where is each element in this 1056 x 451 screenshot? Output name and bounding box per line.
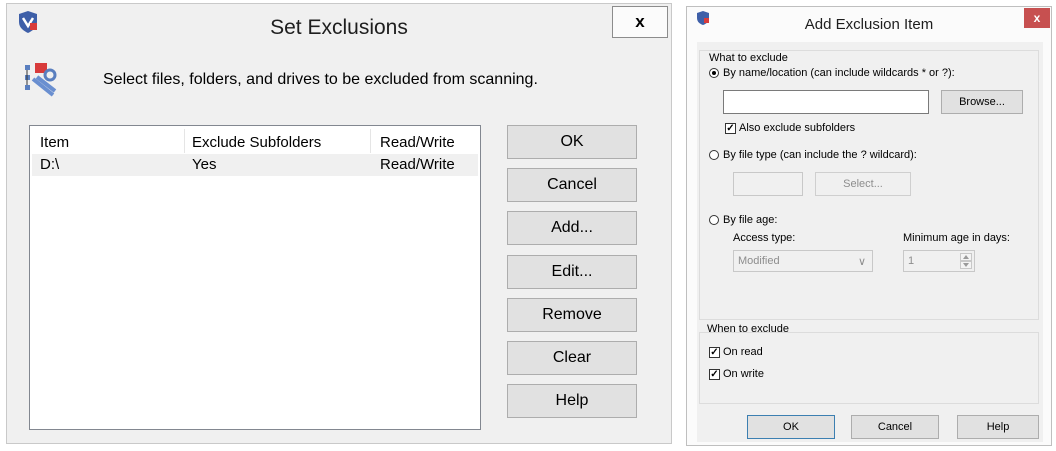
chevron-down-icon: ∨ (858, 256, 867, 268)
access-type-select[interactable]: Modified ∨ (733, 250, 873, 272)
access-type-label: Access type: (733, 232, 796, 244)
by-name-label: By name/location (can include wildcards … (723, 67, 955, 79)
exclusion-tool-icon (25, 63, 57, 97)
exclusions-list[interactable]: Item Exclude Subfolders Read/Write D:\ Y… (29, 125, 481, 430)
by-file-age-label: By file age: (723, 214, 778, 226)
row-read-write-cell: Read/Write (380, 156, 455, 173)
dialog-title: Set Exclusions (270, 16, 408, 39)
on-read-label: On read (723, 346, 763, 358)
column-header-exclude-subfolders[interactable]: Exclude Subfolders (192, 134, 321, 151)
name-location-input[interactable] (723, 90, 929, 114)
select-button[interactable]: Select... (815, 172, 911, 196)
cancel-button[interactable]: Cancel (851, 415, 939, 439)
by-name-radio[interactable] (709, 68, 719, 78)
remove-button[interactable]: Remove (507, 298, 637, 332)
when-to-exclude-label: When to exclude (707, 323, 789, 335)
help-button[interactable]: Help (957, 415, 1039, 439)
file-type-input[interactable] (733, 172, 803, 196)
by-file-type-label: By file type (can include the ? wildcard… (723, 149, 917, 161)
column-header-read-write[interactable]: Read/Write (380, 134, 455, 151)
dialog-body: What to exclude By name/location (can in… (697, 42, 1043, 442)
cancel-button[interactable]: Cancel (507, 168, 637, 202)
row-exclude-subfolders-cell: Yes (192, 156, 217, 173)
add-button[interactable]: Add... (507, 211, 637, 245)
on-write-checkbox[interactable]: ✓ (709, 369, 720, 380)
ok-button[interactable]: OK (747, 415, 835, 439)
column-header-item[interactable]: Item (40, 134, 69, 151)
column-divider[interactable] (184, 129, 185, 153)
spinner-arrows-icon[interactable] (960, 253, 972, 269)
by-file-age-radio[interactable] (709, 215, 719, 225)
set-exclusions-dialog: Set Exclusions x Select files, folders, … (6, 3, 672, 444)
edit-button[interactable]: Edit... (507, 255, 637, 289)
on-write-label: On write (723, 368, 764, 380)
by-file-type-radio[interactable] (709, 150, 719, 160)
column-divider[interactable] (370, 129, 371, 153)
ok-button[interactable]: OK (507, 125, 637, 159)
close-button[interactable]: x (612, 6, 668, 38)
row-item-cell: D:\ (40, 156, 60, 173)
minimum-age-stepper[interactable]: 1 (903, 250, 975, 272)
clear-button[interactable]: Clear (507, 341, 637, 375)
access-type-value: Modified (738, 255, 780, 267)
title-bar[interactable]: Set Exclusions x (7, 4, 671, 52)
minimum-age-value: 1 (908, 255, 915, 267)
also-exclude-subfolders-checkbox[interactable]: ✓ (725, 123, 736, 134)
also-exclude-subfolders-label: Also exclude subfolders (739, 122, 856, 134)
dialog-title: Add Exclusion Item (804, 16, 934, 33)
add-exclusion-item-dialog: Add Exclusion Item x What to exclude By … (686, 6, 1052, 446)
close-button[interactable]: x (1024, 8, 1050, 28)
instruction-text: Select files, folders, and drives to be … (103, 71, 538, 88)
browse-button[interactable]: Browse... (941, 90, 1023, 114)
on-read-checkbox[interactable]: ✓ (709, 347, 720, 358)
help-button[interactable]: Help (507, 384, 637, 418)
what-to-exclude-label: What to exclude (709, 52, 788, 64)
minimum-age-label: Minimum age in days: (903, 232, 1010, 244)
